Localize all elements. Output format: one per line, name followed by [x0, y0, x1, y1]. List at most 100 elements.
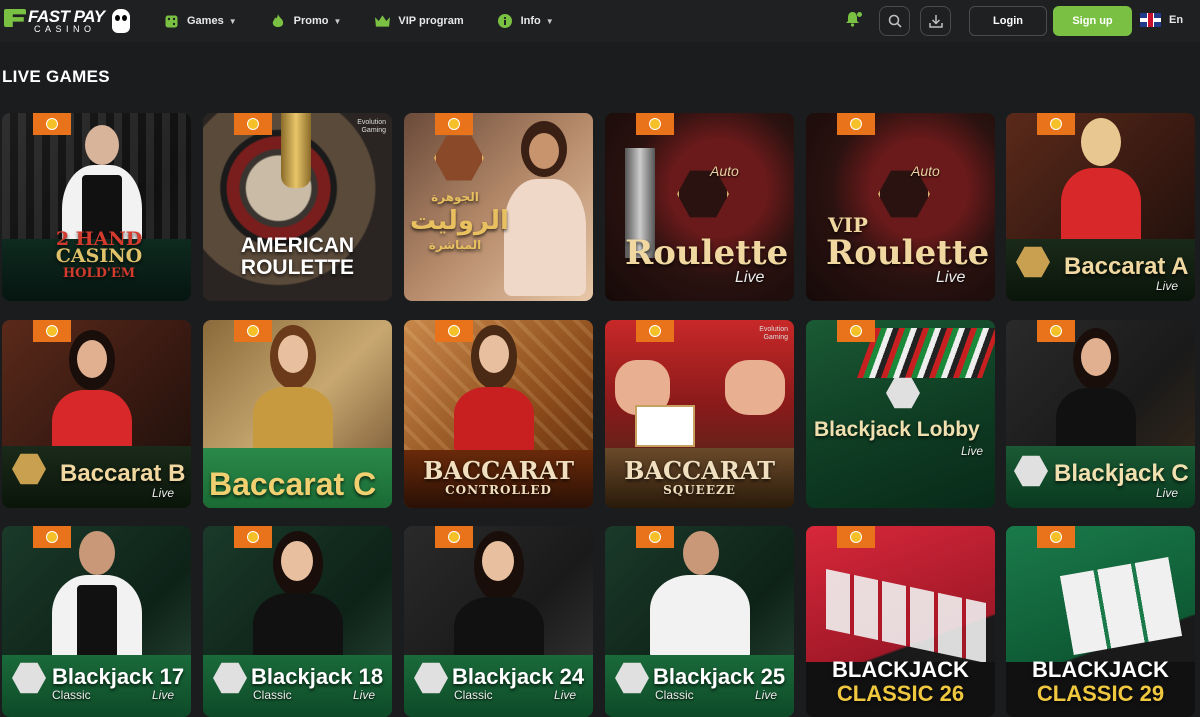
game-card[interactable]: BACCARAT CONTROLLED	[404, 320, 593, 508]
currency-badge-icon	[33, 320, 71, 342]
game-title-line: CLASSIC 29	[1036, 681, 1165, 706]
game-title-line: المباشرة	[428, 238, 482, 252]
game-subtitle: Live	[755, 688, 778, 702]
currency-badge-icon	[33, 113, 71, 135]
game-subtitle: Live	[353, 688, 376, 702]
game-title: Blackjack 18	[251, 664, 384, 689]
game-title-line: BLACKJACK	[1032, 657, 1169, 682]
evolution-gaming-logo: Evolution Gaming	[357, 119, 386, 135]
game-title: Blackjack C	[1054, 460, 1189, 487]
currency-badge-icon	[636, 526, 674, 548]
nav-games[interactable]: Games ▼	[164, 14, 237, 29]
nav-games-label: Games	[187, 15, 224, 27]
panda-mascot-icon	[112, 9, 130, 33]
notification-bell-icon[interactable]	[845, 11, 862, 29]
currency-badge-icon	[837, 526, 875, 548]
game-card[interactable]: الجوهرة الروليت المباشرة	[404, 113, 593, 301]
logo-subtitle: CASINO	[34, 24, 96, 34]
game-title-line: BACCARAT	[423, 456, 574, 485]
game-label: Classic	[253, 688, 292, 702]
currency-badge-icon	[234, 526, 272, 548]
provider-mark-line: Evolution	[357, 119, 386, 126]
game-card[interactable]: 2 HAND CASINO HOLD'EM	[2, 113, 191, 301]
game-title-line: CLASSIC 26	[836, 681, 965, 706]
top-navigation-bar: FAST PAY CASINO Games ▼ Promo ▼ VIP prog…	[0, 0, 1200, 42]
currency-badge-icon	[234, 320, 272, 342]
game-card[interactable]: Blackjack 25 Classic Live	[605, 526, 794, 717]
provider-mark-line: Evolution	[759, 326, 788, 333]
game-title: Baccarat B	[60, 460, 186, 487]
currency-badge-icon	[636, 320, 674, 342]
game-subtitle: Live	[1156, 279, 1179, 293]
game-title: Baccarat A	[1064, 253, 1189, 280]
game-title: Roulette	[625, 233, 789, 273]
game-title-line: الروليت	[410, 206, 509, 236]
dice-icon	[164, 14, 179, 29]
game-title-line: BACCARAT	[624, 456, 775, 485]
download-icon	[928, 15, 943, 28]
game-title-line: Roulette	[826, 233, 990, 273]
crown-icon	[375, 14, 391, 29]
currency-badge-icon	[435, 320, 473, 342]
blackjack-emblem-icon	[886, 377, 920, 409]
game-card[interactable]: Blackjack 18 Classic Live	[203, 526, 392, 717]
game-subtitle: Live	[554, 688, 577, 702]
main-nav: Games ▼ Promo ▼ VIP program Info ▼	[164, 0, 588, 42]
currency-badge-icon	[1037, 526, 1075, 548]
game-card[interactable]: Blackjack C Live	[1006, 320, 1195, 508]
download-button[interactable]	[920, 6, 951, 36]
game-title-line: BLACKJACK	[832, 657, 969, 682]
game-card[interactable]: Evolution Gaming BACCARAT SQUEEZE	[605, 320, 794, 508]
nav-info[interactable]: Info ▼	[498, 14, 554, 29]
provider-mark-line: Gaming	[361, 127, 386, 134]
game-title: Blackjack 24	[452, 664, 585, 689]
game-title-line: HOLD'EM	[62, 266, 136, 281]
uk-flag-icon	[1140, 13, 1161, 27]
game-card[interactable]: Baccarat A Live	[1006, 113, 1195, 301]
game-card[interactable]: Evolution Gaming AMERICAN ROULETTE	[203, 113, 392, 301]
signup-button[interactable]: Sign up	[1053, 6, 1132, 36]
game-card[interactable]: Blackjack Lobby Live	[806, 320, 995, 508]
game-title-line: ROULETTE	[240, 256, 355, 279]
currency-badge-icon	[837, 113, 875, 135]
nav-vip-program[interactable]: VIP program	[375, 14, 464, 29]
game-title: Blackjack 25	[653, 664, 786, 689]
language-label: En	[1169, 14, 1184, 26]
logo-mark-icon	[4, 9, 26, 27]
nav-promo[interactable]: Promo ▼	[271, 13, 342, 29]
chevron-down-icon: ▼	[333, 16, 342, 26]
game-card[interactable]: Auto Roulette Live	[605, 113, 794, 301]
game-card[interactable]: BLACKJACK CLASSIC 26	[806, 526, 995, 717]
game-title-line: CASINO	[55, 245, 143, 267]
search-icon	[888, 14, 902, 28]
currency-badge-icon	[33, 526, 71, 548]
language-selector[interactable]: En	[1140, 13, 1183, 27]
game-label: Classic	[454, 688, 493, 702]
game-card[interactable]: Baccarat B Live	[2, 320, 191, 508]
game-card[interactable]: Blackjack 24 Classic Live	[404, 526, 593, 717]
currency-badge-icon	[636, 113, 674, 135]
game-title: Blackjack Lobby	[814, 418, 980, 441]
game-tag: Auto	[710, 163, 739, 179]
game-tag: Auto	[911, 163, 940, 179]
search-button[interactable]	[879, 6, 910, 36]
game-title: Blackjack 17	[52, 664, 185, 689]
nav-promo-label: Promo	[293, 15, 329, 27]
game-subtitle: Live	[735, 269, 765, 286]
game-label: Classic	[52, 688, 91, 702]
game-subtitle: Live	[1156, 486, 1179, 500]
game-card[interactable]: Baccarat C	[203, 320, 392, 508]
currency-badge-icon	[435, 113, 473, 135]
game-title: Baccarat C	[209, 466, 377, 502]
login-button[interactable]: Login	[969, 6, 1047, 36]
provider-mark-line: Gaming	[763, 334, 788, 341]
game-card[interactable]: BLACKJACK CLASSIC 29	[1006, 526, 1195, 717]
game-subtitle: Live	[152, 688, 175, 702]
info-icon	[498, 14, 513, 29]
nav-vip-label: VIP program	[398, 15, 464, 27]
currency-badge-icon	[1037, 320, 1075, 342]
game-card[interactable]: Blackjack 17 Classic Live	[2, 526, 191, 717]
game-subtitle: Live	[936, 269, 966, 286]
game-card[interactable]: Auto VIP Roulette Live	[806, 113, 995, 301]
site-logo[interactable]: FAST PAY CASINO	[4, 5, 130, 37]
